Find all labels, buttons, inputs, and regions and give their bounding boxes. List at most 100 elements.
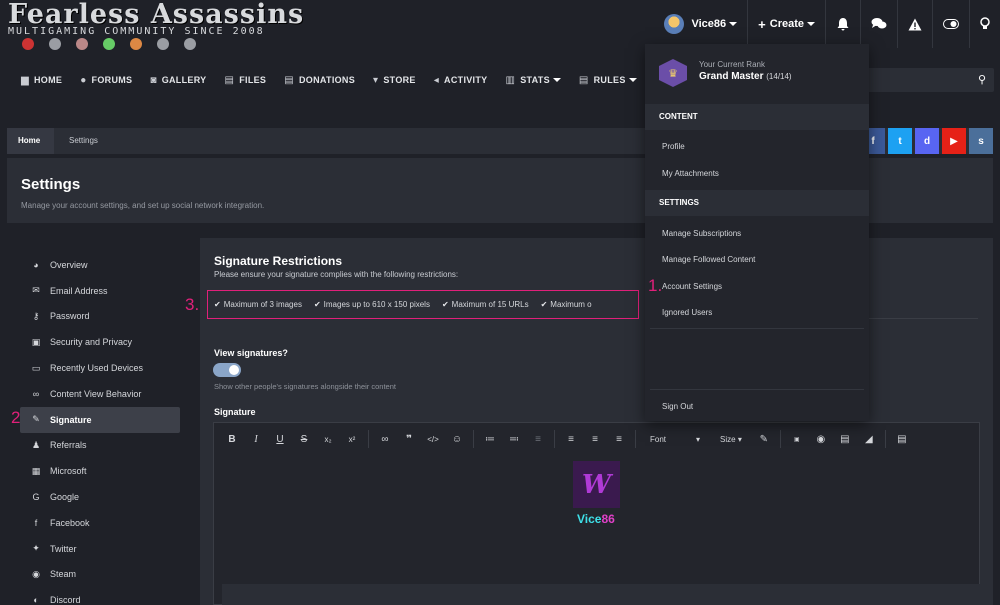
dropdown-item-account-settings[interactable]: Account Settings bbox=[662, 282, 722, 291]
eraser-icon[interactable]: ◢ bbox=[857, 434, 881, 445]
align-right-icon[interactable]: ≡ bbox=[607, 434, 631, 445]
warnings-button[interactable] bbox=[897, 0, 932, 48]
game-icon bbox=[76, 38, 88, 50]
indent-icon[interactable]: ≡ bbox=[526, 434, 550, 445]
align-center-icon[interactable]: ≡ bbox=[583, 434, 607, 445]
sidebar-item-label: Content View Behavior bbox=[50, 388, 142, 399]
align-left-icon[interactable]: ≡ bbox=[559, 434, 583, 445]
theme-toggle[interactable] bbox=[932, 0, 969, 48]
warning-icon bbox=[908, 18, 922, 30]
chevron-down-icon bbox=[552, 78, 561, 82]
sidebar-item-steam[interactable]: ◉ Steam bbox=[20, 562, 180, 588]
link-icon: ∞ bbox=[32, 388, 40, 399]
editor-footer bbox=[222, 584, 980, 605]
sidebar-item-facebook[interactable]: f Facebook bbox=[20, 510, 180, 536]
youtube-icon[interactable]: ▶ bbox=[942, 128, 966, 154]
breadcrumb-home[interactable]: Home bbox=[7, 128, 55, 154]
book-icon: ▤ bbox=[578, 74, 589, 86]
sidebar-item-discord[interactable]: ◐ Discord bbox=[20, 587, 180, 605]
dropdown-item-profile[interactable]: Profile bbox=[662, 142, 685, 151]
avatar bbox=[664, 14, 685, 34]
sidebar-item-signature[interactable]: ✎ Signature bbox=[20, 406, 180, 433]
font-dropdown[interactable]: Font ▾ bbox=[640, 435, 710, 444]
dropdown-item-followed[interactable]: Manage Followed Content bbox=[662, 255, 755, 264]
signature-restrictions-description: Please ensure your signature complies wi… bbox=[214, 270, 459, 279]
sidebar-item-label: Google bbox=[50, 492, 80, 503]
notifications-button[interactable] bbox=[825, 0, 860, 48]
search-input[interactable]: ⚲ bbox=[858, 68, 994, 92]
subscript-icon[interactable]: x₂ bbox=[316, 435, 340, 444]
signature-editor[interactable]: B I U S x₂ x² ∞ ❞ </> ☺ ≔ ≕ ≡ ≡ ≡ ≡ Font… bbox=[213, 422, 980, 605]
sidebar-item-label: Email Address bbox=[50, 285, 108, 296]
nav-home[interactable]: ▆ HOME bbox=[12, 64, 71, 96]
search-icon[interactable]: ⚲ bbox=[978, 73, 986, 86]
underline-icon[interactable]: U bbox=[268, 434, 292, 445]
nav-gallery[interactable]: ◙ GALLERY bbox=[141, 64, 215, 96]
dropdown-item-ignored-users[interactable]: Ignored Users bbox=[662, 308, 712, 317]
sidebar-item-email[interactable]: ✉ Email Address bbox=[20, 278, 180, 304]
tips-button[interactable] bbox=[969, 0, 1000, 48]
dropdown-item-attachments[interactable]: My Attachments bbox=[662, 169, 719, 178]
sidebar-item-password[interactable]: ⚷ Password bbox=[20, 304, 180, 330]
numbered-list-icon[interactable]: ≕ bbox=[502, 434, 526, 445]
document-icon[interactable]: ▤ bbox=[890, 434, 914, 445]
rank-label: Your Current Rank bbox=[699, 60, 765, 69]
dropdown-item-sign-out[interactable]: Sign Out bbox=[662, 402, 693, 411]
sidebar-item-twitter[interactable]: ✦ Twitter bbox=[20, 536, 180, 562]
signature-label: Signature bbox=[214, 407, 256, 417]
superscript-icon[interactable]: x² bbox=[340, 435, 364, 444]
steam-icon[interactable]: s bbox=[969, 128, 993, 154]
sidebar-item-security[interactable]: ▣ Security and Privacy bbox=[20, 329, 180, 355]
nav-label: HOME bbox=[34, 75, 63, 85]
paint-brush-icon[interactable]: ✎ bbox=[752, 434, 776, 445]
nav-files[interactable]: ▤ FILES bbox=[215, 64, 275, 96]
twitter-icon: ✦ bbox=[32, 543, 40, 554]
bold-icon[interactable]: B bbox=[220, 434, 244, 445]
nav-forums[interactable]: ● FORUMS bbox=[71, 64, 141, 96]
site-logo[interactable]: Fearless Assassins MULTIGAMING COMMUNITY… bbox=[8, 1, 308, 50]
view-signatures-description: Show other people's signatures alongside… bbox=[214, 382, 396, 391]
sidebar-item-referrals[interactable]: ♟ Referrals bbox=[20, 433, 180, 459]
size-dropdown[interactable]: Size ▾ bbox=[710, 435, 752, 444]
sidebar-item-label: Recently Used Devices bbox=[50, 363, 144, 374]
nav-activity[interactable]: ◂ ACTIVITY bbox=[425, 64, 497, 96]
annotation-3: 3. bbox=[185, 295, 200, 314]
twitter-icon[interactable]: t bbox=[888, 128, 912, 154]
view-signatures-toggle[interactable] bbox=[213, 363, 241, 377]
strikethrough-icon[interactable]: S bbox=[292, 434, 316, 445]
messages-button[interactable] bbox=[860, 0, 897, 48]
nav-rules[interactable]: ▤ RULES bbox=[570, 64, 646, 96]
source-icon[interactable]: ▤ bbox=[833, 434, 857, 445]
sidebar-item-devices[interactable]: ▭ Recently Used Devices bbox=[20, 355, 180, 381]
sidebar-item-label: Discord bbox=[50, 595, 81, 605]
gif-icon[interactable]: ▣ bbox=[785, 436, 809, 443]
sidebar-item-overview[interactable]: ◕ Overview bbox=[20, 252, 180, 278]
nav-stats[interactable]: ▥ STATS bbox=[496, 64, 569, 96]
nav-label: STORE bbox=[383, 75, 416, 85]
nav-donations[interactable]: ▤ DONATIONS bbox=[275, 64, 364, 96]
bullet-list-icon[interactable]: ≔ bbox=[478, 434, 502, 445]
italic-icon[interactable]: I bbox=[244, 434, 268, 445]
discord-icon[interactable]: d bbox=[915, 128, 939, 154]
username: Vice86 bbox=[691, 18, 727, 30]
preview-eye-icon[interactable]: ◉ bbox=[809, 434, 833, 445]
emoji-icon[interactable]: ☺ bbox=[445, 434, 469, 445]
user-menu-button[interactable]: Vice86 bbox=[654, 0, 747, 48]
game-icon bbox=[22, 38, 34, 50]
create-button[interactable]: + Create bbox=[747, 0, 825, 48]
toolbar-separator bbox=[473, 430, 474, 448]
sidebar-item-content-view[interactable]: ∞ Content View Behavior bbox=[20, 381, 180, 407]
dropdown-item-subscriptions[interactable]: Manage Subscriptions bbox=[662, 229, 741, 238]
link-icon[interactable]: ∞ bbox=[373, 434, 397, 445]
restriction-item: ✔ Maximum of 15 URLs bbox=[442, 300, 529, 309]
sidebar-item-google[interactable]: G Google bbox=[20, 484, 180, 510]
nav-store[interactable]: ▾ STORE bbox=[364, 64, 425, 96]
toolbar-separator bbox=[554, 430, 555, 448]
toggle-knob bbox=[229, 365, 239, 375]
game-icon bbox=[157, 38, 169, 50]
sidebar-item-microsoft[interactable]: ▦ Microsoft bbox=[20, 458, 180, 484]
code-icon[interactable]: </> bbox=[421, 435, 445, 444]
quote-icon[interactable]: ❞ bbox=[397, 434, 421, 445]
chevron-down-icon bbox=[628, 78, 637, 82]
user-dropdown-menu: ♛ Your Current Rank Grand Master (14/14)… bbox=[645, 44, 869, 421]
